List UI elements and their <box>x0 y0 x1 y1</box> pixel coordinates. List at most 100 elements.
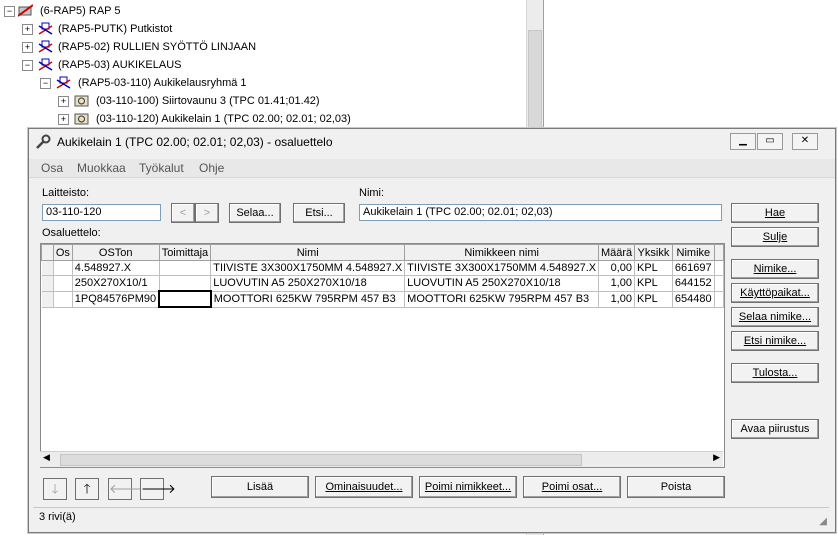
tree-item-label: (RAP5-02) RULLIEN SYÖTTÖ LINJAAN <box>58 41 257 53</box>
collapse-icon[interactable]: − <box>22 60 33 71</box>
menu-ohje[interactable]: Ohje <box>199 161 224 175</box>
col-header-select[interactable] <box>41 244 54 261</box>
cell-more[interactable] <box>714 260 724 276</box>
avaa-piirustus-label: Avaa piirustus <box>740 423 810 435</box>
cell-os[interactable] <box>53 291 73 308</box>
close-button[interactable]: ✕ <box>792 133 818 150</box>
cell-nimikkeen-nimi[interactable]: MOOTTORI 625KW 795RPM 457 B3 <box>404 291 600 308</box>
maximize-button[interactable]: ▭ <box>757 133 783 150</box>
tree-item-label: (03-110-120) Aukikelain 1 (TPC 02.00; 02… <box>96 113 351 125</box>
poimi-nimikkeet-button[interactable]: Poimi nimikkeet... <box>419 476 517 498</box>
row-selector[interactable] <box>41 275 54 292</box>
expand-icon[interactable]: + <box>22 24 33 35</box>
nimike-button[interactable]: Nimike... <box>731 259 819 279</box>
poimi-nimikkeet-label: Poimi nimikkeet... <box>424 481 512 493</box>
ominaisuudet-label: Ominaisuudet... <box>325 481 403 493</box>
table-row[interactable]: 4.548927.X TIIVISTE 3X300X1750MM 4.54892… <box>41 260 724 276</box>
cell-maara[interactable]: 0,00 <box>598 260 635 276</box>
expand-icon[interactable]: + <box>58 96 69 107</box>
ominaisuudet-button[interactable]: Ominaisuudet... <box>315 476 413 498</box>
move-up-button[interactable]: 🡑 <box>75 478 99 500</box>
collapse-icon[interactable]: − <box>4 6 15 17</box>
cell-oston[interactable]: 250X270X10/1 <box>72 275 160 292</box>
collapse-icon[interactable]: − <box>40 78 51 89</box>
lisaa-button[interactable]: Lisää <box>211 476 309 498</box>
cell-nimike[interactable]: 654480 <box>672 291 715 308</box>
poimi-osat-button[interactable]: Poimi osat... <box>523 476 621 498</box>
col-header-oston[interactable]: OSTon <box>71 244 160 261</box>
selaa-nimike-button[interactable]: Selaa nimike... <box>731 307 819 327</box>
col-header-os[interactable]: Os <box>52 244 73 261</box>
row-selector[interactable] <box>41 260 54 276</box>
parts-grid[interactable]: Os OSTon Toimittaja Nimi Nimikkeen nimi … <box>40 243 725 468</box>
cell-maara[interactable]: 1,00 <box>598 291 635 308</box>
cell-os[interactable] <box>53 275 73 292</box>
cell-nimi[interactable]: MOOTTORI 625KW 795RPM 457 B3 <box>210 291 406 308</box>
etsi-nimike-button[interactable]: Etsi nimike... <box>731 331 819 351</box>
menu-tyokalut[interactable]: Työkalut <box>139 161 184 175</box>
laitteisto-label: Laitteisto: <box>42 187 90 199</box>
cell-toimittaja-selected[interactable] <box>158 290 212 308</box>
cell-nimikkeen-nimi[interactable]: TIIVISTE 3X300X1750MM 4.548927.X <box>404 260 600 276</box>
col-header-nimi[interactable]: Nimi <box>210 244 406 261</box>
col-header-nimikkeen-nimi[interactable]: Nimikkeen nimi <box>404 244 600 261</box>
col-header-toimittaja[interactable]: Toimittaja <box>158 244 212 261</box>
dialog-title: Aukikelain 1 (TPC 02.00; 02.01; 02,03) -… <box>57 135 333 149</box>
cell-oston[interactable]: 1PQ84576PM90 <box>72 291 160 308</box>
assembly-icon <box>38 58 53 71</box>
minimize-button[interactable]: ▁ <box>730 133 756 150</box>
move-left-button[interactable]: 🡐 <box>108 478 144 500</box>
poista-button[interactable]: Poista <box>627 476 725 498</box>
grid-scrollbar-thumb[interactable] <box>60 454 582 466</box>
kayttopaikat-button[interactable]: Käyttöpaikat... <box>731 283 819 303</box>
assembly-icon <box>56 76 71 89</box>
tulosta-button[interactable]: Tulosta... <box>731 363 819 383</box>
cell-nimi[interactable]: TIIVISTE 3X300X1750MM 4.548927.X <box>210 260 406 276</box>
expand-icon[interactable]: + <box>58 114 69 125</box>
cell-toimittaja[interactable] <box>159 260 212 276</box>
hae-button[interactable]: Hae <box>731 203 819 223</box>
etsi-button[interactable]: Etsi... <box>293 203 345 223</box>
cell-yksikko[interactable]: KPL <box>634 260 673 276</box>
expand-icon[interactable]: + <box>22 42 33 53</box>
cell-yksikko[interactable]: KPL <box>634 291 673 308</box>
dialog-titlebar[interactable]: Aukikelain 1 (TPC 02.00; 02.01; 02,03) -… <box>29 129 835 155</box>
col-header-nimike[interactable]: Nimike <box>671 244 715 261</box>
maximize-icon: ▭ <box>765 135 775 146</box>
next-button[interactable]: > <box>195 203 219 223</box>
menu-osa[interactable]: Osa <box>41 161 63 175</box>
minimize-icon: ▁ <box>739 135 747 146</box>
cell-nimikkeen-nimi[interactable]: LUOVUTIN A5 250X270X10/18 <box>404 275 600 292</box>
cell-more[interactable] <box>714 291 724 308</box>
cell-os[interactable] <box>53 260 73 276</box>
col-header-more[interactable] <box>713 244 724 261</box>
avaa-piirustus-button[interactable]: Avaa piirustus <box>731 419 819 439</box>
laitteisto-field[interactable]: 03-110-120 <box>42 204 161 221</box>
scroll-right-icon[interactable]: ▶ <box>713 452 720 463</box>
cell-nimike[interactable]: 644152 <box>672 275 715 292</box>
cell-yksikko[interactable]: KPL <box>634 275 673 292</box>
scroll-left-icon[interactable]: ◀ <box>43 452 50 463</box>
cell-nimi[interactable]: LUOVUTIN A5 250X270X10/18 <box>210 275 406 292</box>
menu-muokkaa[interactable]: Muokkaa <box>77 161 126 175</box>
move-down-button[interactable]: 🡓 <box>43 478 67 500</box>
row-selector[interactable] <box>41 291 54 308</box>
nimi-field[interactable]: Aukikelain 1 (TPC 02.00; 02.01; 02,03) <box>359 204 722 221</box>
table-row[interactable]: 1PQ84576PM90 MOOTTORI 625KW 795RPM 457 B… <box>41 290 724 308</box>
table-row[interactable]: 250X270X10/1 LUOVUTIN A5 250X270X10/18 L… <box>41 275 724 292</box>
col-header-yksikko[interactable]: Yksikk <box>633 244 673 261</box>
cell-maara[interactable]: 1,00 <box>598 275 635 292</box>
kayttopaikat-label: Käyttöpaikat... <box>740 287 810 299</box>
sulje-button[interactable]: Sulje <box>731 227 819 247</box>
cell-oston[interactable]: 4.548927.X <box>72 260 160 276</box>
col-header-maara[interactable]: Määrä <box>598 244 635 261</box>
cell-nimike[interactable]: 661697 <box>672 260 715 276</box>
prev-button[interactable]: < <box>171 203 195 223</box>
move-right-button[interactable]: 🡒 <box>140 478 176 500</box>
selaa-button[interactable]: Selaa... <box>229 203 281 223</box>
arrow-left-icon: 🡐 <box>109 481 144 496</box>
cell-more[interactable] <box>714 275 724 292</box>
resize-grip-icon[interactable]: ◢ <box>819 516 827 527</box>
grid-horizontal-scrollbar[interactable]: ◀ ▶ <box>40 451 723 467</box>
cell-toimittaja[interactable] <box>159 275 212 292</box>
